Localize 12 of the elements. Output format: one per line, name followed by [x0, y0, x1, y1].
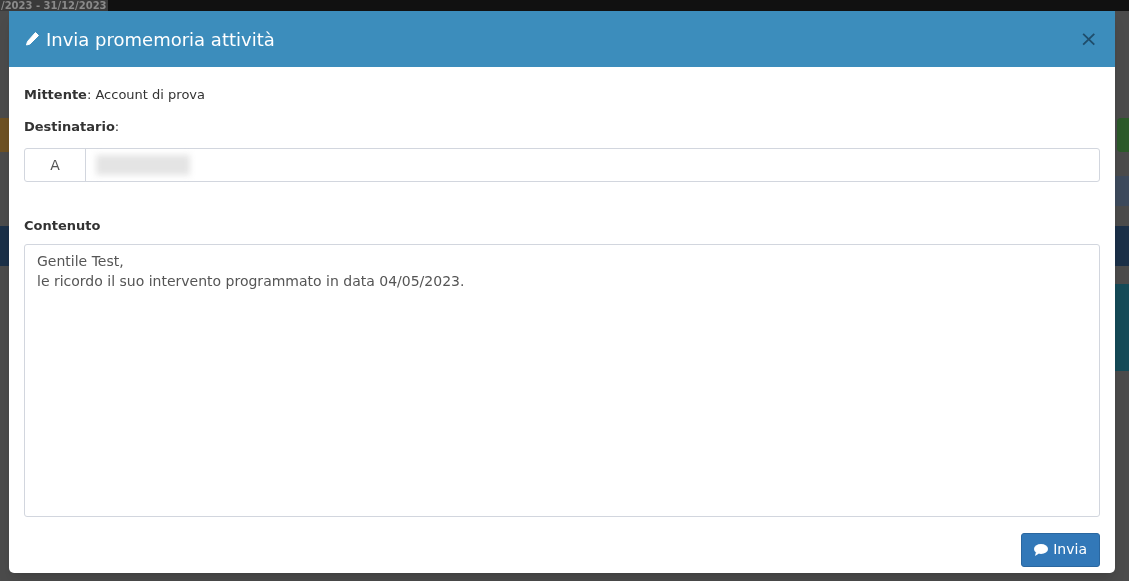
- recipient-label: Destinatario:: [24, 117, 121, 136]
- date-range: /2023 - 31/12/2023: [0, 0, 108, 11]
- recipient-prefix: A: [25, 149, 86, 181]
- content-field[interactable]: Gentile Test, le ricordo il suo intervento programmato in data 04/05/2023.: [24, 243, 1100, 517]
- page-header: [0, 226, 10, 266]
- speech-bubble-icon: [1034, 543, 1049, 556]
- pencil-icon: [24, 31, 40, 47]
- modal-title: Invia promemoria attività: [46, 27, 275, 52]
- sender-text: Mittente: Account di prova: [24, 86, 206, 104]
- send-button[interactable]: Invia: [1021, 532, 1100, 567]
- recipient-field[interactable]: A: [24, 148, 1100, 182]
- content-label: Contenuto: [24, 217, 102, 235]
